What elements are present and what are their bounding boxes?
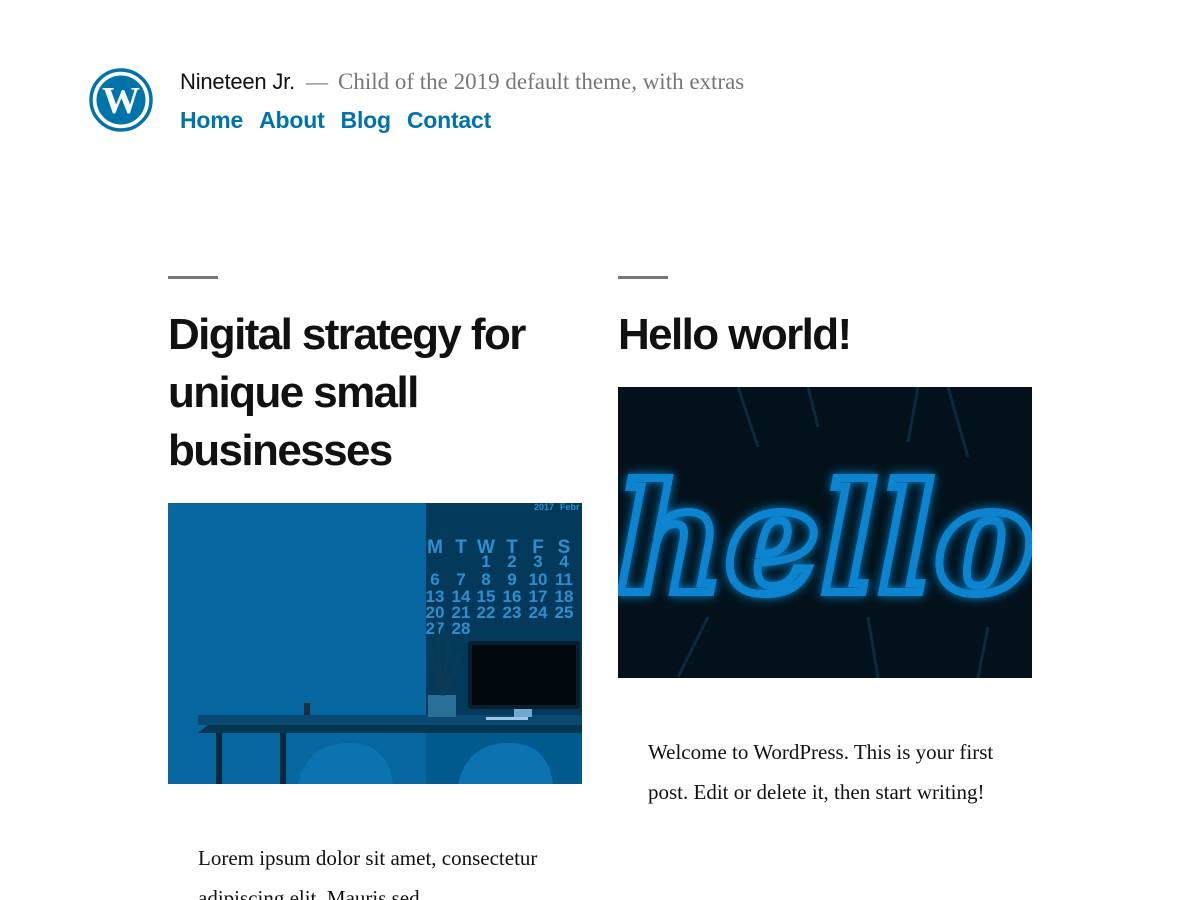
nav-blog[interactable]: Blog xyxy=(341,107,392,134)
calendar-date: 2 xyxy=(507,552,516,571)
site-branding: Nineteen Jr. — Child of the 2019 default… xyxy=(180,69,744,134)
post-hello-world: Hello world! hello Welcome to WordPress.… xyxy=(618,276,1032,812)
nav-contact[interactable]: Contact xyxy=(407,107,491,134)
neon-hello-sign-photo[interactable]: hello xyxy=(618,387,1032,678)
calendar-date: 25 xyxy=(555,603,574,622)
calendar-date: 22 xyxy=(477,603,496,622)
post-excerpt: Welcome to WordPress. This is your first… xyxy=(648,740,994,804)
post-title[interactable]: Digital strategy for unique small busine… xyxy=(168,306,582,480)
calendar-date: 1 xyxy=(481,552,490,571)
site-description: Child of the 2019 default theme, with ex… xyxy=(338,69,745,94)
site-title[interactable]: Nineteen Jr. xyxy=(180,69,295,95)
wordpress-logo-icon[interactable]: W xyxy=(89,68,153,132)
post-separator xyxy=(618,276,668,279)
calendar-date: 3 xyxy=(533,552,542,571)
calendar-date: 24 xyxy=(529,603,548,622)
nav-home[interactable]: Home xyxy=(180,107,243,134)
post-title[interactable]: Hello world! xyxy=(618,306,1032,364)
post-excerpt: Lorem ipsum dolor sit amet, consectetur … xyxy=(198,846,538,900)
calendar-day-header: T xyxy=(455,537,467,558)
calendar-date: 4 xyxy=(559,552,569,571)
title-separator: — xyxy=(306,69,329,94)
calendar-month: Febr xyxy=(560,503,580,512)
nav-about[interactable]: About xyxy=(259,107,325,134)
calendar-day-header: M xyxy=(427,537,443,558)
post-digital-strategy: Digital strategy for unique small busine… xyxy=(168,276,582,900)
main-navigation: Home About Blog Contact xyxy=(180,107,744,134)
svg-text:W: W xyxy=(102,80,140,122)
calendar-date: 23 xyxy=(503,603,522,622)
site-header: W Nineteen Jr. — Child of the 2019 defau… xyxy=(89,68,744,134)
desk-calendar-photo[interactable]: 2017 Febr M T W T F S1 2 3 46 7 8 9 10 1113 14 15 16 17 18… xyxy=(168,503,582,784)
calendar-date: 28 xyxy=(452,619,471,638)
post-separator xyxy=(168,276,218,279)
neon-text: hello xyxy=(618,452,1032,628)
calendar-year: 2017 xyxy=(534,503,554,512)
